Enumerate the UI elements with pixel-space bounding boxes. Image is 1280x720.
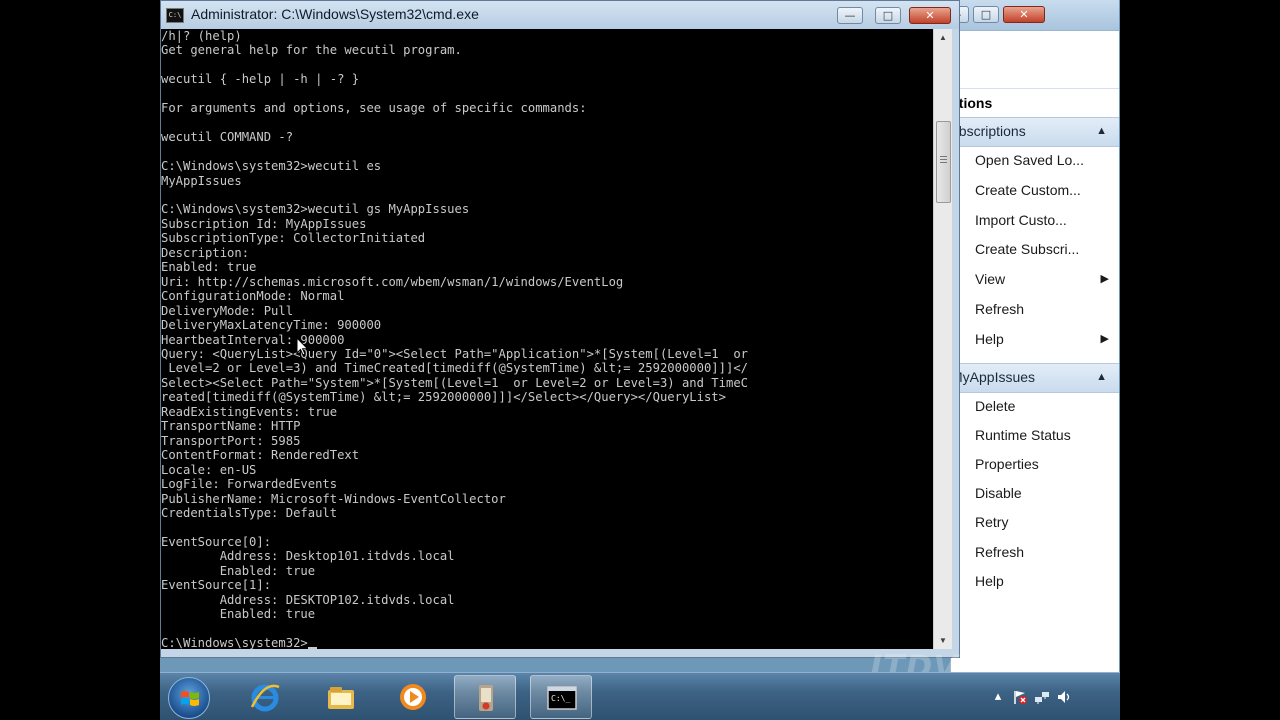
collapse-triangle-icon[interactable]: ▲ (1096, 364, 1107, 391)
action-item[interactable]: Help (951, 567, 1119, 595)
console-prompt: C:\Windows\system32> (161, 636, 308, 649)
ev-close-button[interactable]: ✕ (1003, 6, 1045, 23)
action-item[interactable]: Refresh (951, 538, 1119, 566)
action-item-label: Retry (975, 514, 1009, 531)
action-item-label: Runtime Status (975, 426, 1071, 443)
minimize-button[interactable]: — (837, 7, 863, 24)
action-item-label: Refresh (975, 543, 1025, 560)
action-item[interactable]: Properties (951, 450, 1119, 478)
svg-text:C:\_: C:\_ (551, 694, 570, 703)
action-center-flag-icon[interactable] (1012, 689, 1028, 705)
scroll-down-arrow-icon[interactable]: ▼ (934, 632, 952, 649)
action-item-label: Open Saved Lo... (975, 152, 1084, 168)
event-viewer-taskbar-button[interactable] (454, 675, 516, 719)
action-item-label: Help (975, 572, 1004, 589)
event-viewer-title-bar[interactable]: — □ ✕ (943, 0, 1119, 30)
taskbar: C:\_ ▴ (160, 672, 1120, 720)
action-item[interactable]: View ▶ (951, 265, 1119, 293)
action-item[interactable]: Disable (951, 479, 1119, 507)
vertical-scrollbar[interactable]: ▲ ▼ (933, 29, 952, 649)
action-item[interactable]: Help ▶ (951, 325, 1119, 353)
action-item-label: Refresh (975, 301, 1025, 317)
command-prompt-taskbar-button[interactable]: C:\_ (530, 675, 592, 719)
maximize-button[interactable]: □ (875, 7, 901, 24)
cmd-window-title: Administrator: C:\Windows\System32\cmd.e… (191, 6, 479, 22)
close-button[interactable]: ✕ (909, 7, 951, 24)
action-item-label: Properties (975, 456, 1039, 472)
submenu-arrow-icon: ▶ (1100, 273, 1109, 286)
action-item-label: Delete (975, 397, 1016, 414)
desktop: — □ ✕ ctions ubscriptions ▲ Open Saved Lo.… (160, 0, 1120, 720)
scrollbar-thumb[interactable] (936, 121, 951, 203)
action-item-label: View (975, 271, 1006, 288)
system-tray: ▴ (985, 673, 1120, 720)
cmd-window[interactable]: C:\ Administrator: C:\Windows\System32\c… (160, 0, 960, 658)
action-item[interactable]: Import Custo... (951, 206, 1119, 234)
network-icon[interactable] (1034, 689, 1050, 705)
start-orb-icon[interactable] (168, 677, 210, 719)
event-viewer-icon (479, 685, 493, 711)
cmd-title-bar[interactable]: C:\ Administrator: C:\Windows\System32\c… (161, 1, 959, 29)
cmd-window-icon[interactable]: C:\ (166, 8, 184, 23)
action-item[interactable]: Refresh (951, 295, 1119, 323)
action-item-label: Disable (975, 485, 1022, 502)
action-item[interactable]: Delete (951, 392, 1119, 420)
action-item[interactable]: Open Saved Lo... (951, 146, 1119, 174)
actions-header: ctions (951, 88, 1119, 120)
windows-explorer-icon[interactable] (310, 675, 372, 719)
mouse-pointer-icon (296, 337, 309, 356)
submenu-arrow-icon: ▶ (1100, 332, 1109, 345)
event-viewer-window[interactable]: — □ ✕ ctions ubscriptions ▲ Open Saved Lo.… (943, 0, 1119, 673)
ev-maximize-button[interactable]: □ (973, 6, 999, 23)
volume-icon[interactable] (1056, 689, 1072, 705)
actions-section-0[interactable]: ubscriptions ▲ (951, 117, 1119, 147)
console-output: /h|? (help) Get general help for the wec… (161, 29, 748, 649)
scroll-up-arrow-icon[interactable]: ▲ (934, 29, 952, 46)
collapse-triangle-icon[interactable]: ▲ (1096, 118, 1107, 145)
actions-section-1[interactable]: MyAppIssues ▲ (951, 362, 1119, 393)
action-item[interactable]: Runtime Status (951, 421, 1119, 449)
action-item-label: Create Custom... (975, 181, 1081, 198)
console-area[interactable]: /h|? (help) Get general help for the wec… (161, 29, 933, 649)
action-item-label: Help (975, 330, 1004, 347)
internet-explorer-icon[interactable] (234, 675, 296, 719)
action-item[interactable]: Retry (951, 508, 1119, 536)
command-prompt-icon: C:\_ (547, 686, 577, 710)
action-item[interactable]: Create Subscri... (951, 235, 1119, 263)
media-player-icon[interactable] (382, 675, 444, 719)
action-item-label: Import Custo... (975, 211, 1067, 228)
actions-section-label: MyAppIssues (951, 368, 1036, 385)
chevron-up-icon[interactable]: ▴ (990, 689, 1006, 705)
action-item[interactable]: Create Custom... (951, 176, 1119, 204)
text-cursor (307, 647, 317, 649)
actions-section-label: ubscriptions (951, 123, 1026, 139)
action-item-label: Create Subscri... (975, 241, 1080, 258)
